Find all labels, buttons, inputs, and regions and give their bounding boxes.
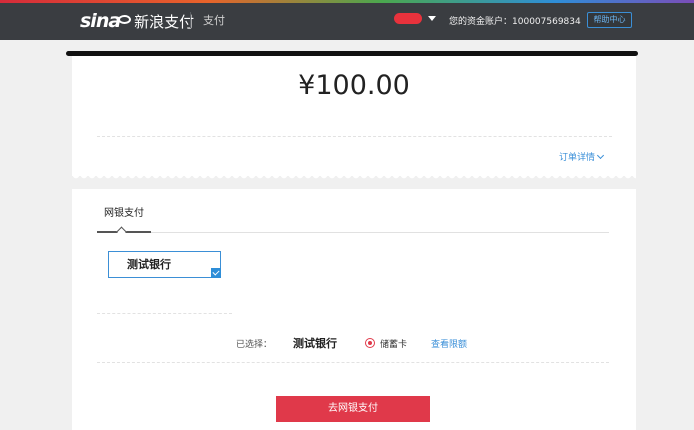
card-type-label: 储蓄卡	[380, 339, 408, 350]
receipt-zigzag-edge	[72, 175, 636, 181]
payment-card: 网银支付 测试银行 已选择： 测试银行 储蓄卡 查看限额 去网银支付	[72, 189, 636, 430]
header-section-title: 支付	[203, 14, 225, 27]
dashed-divider	[97, 362, 609, 363]
top-header: sina 新浪支付 支付 您的资金账户：100007569834 帮助中心	[0, 0, 694, 40]
selected-bank-row: 已选择： 测试银行 储蓄卡 查看限额	[236, 335, 467, 351]
caret-down-icon[interactable]	[428, 16, 436, 21]
selected-label: 已选择：	[236, 339, 273, 350]
dashed-divider-short	[97, 313, 232, 314]
logo-eye-icon	[118, 14, 132, 24]
debit-card-radio[interactable]	[365, 338, 376, 348]
header-divider	[190, 12, 191, 28]
tab-online-banking[interactable]: 网银支付	[104, 204, 144, 219]
amount-card: ¥100.00 订单详情	[72, 56, 636, 181]
order-details-label: 订单详情	[559, 153, 596, 163]
account-number: 100007569834	[512, 17, 581, 27]
dashed-divider	[97, 136, 612, 137]
selected-bank-name: 测试银行	[293, 337, 338, 350]
bank-option-test-bank[interactable]: 测试银行	[108, 251, 221, 278]
view-limit-link[interactable]: 查看限额	[431, 337, 467, 350]
payment-amount: ¥100.00	[298, 70, 410, 101]
chevron-down-icon	[596, 151, 605, 160]
tab-underline	[97, 232, 609, 233]
help-center-button[interactable]: 帮助中心	[587, 12, 632, 28]
redacted-username	[394, 13, 422, 24]
tab-notch-icon	[116, 226, 127, 237]
account-label: 您的资金账户：	[449, 17, 513, 27]
pay-online-button[interactable]: 去网银支付	[276, 396, 430, 422]
user-menu[interactable]	[394, 13, 436, 24]
order-details-link[interactable]: 订单详情	[559, 150, 605, 163]
sina-pay-logo[interactable]: sina 新浪支付	[80, 10, 194, 32]
checkmark-icon	[211, 268, 221, 278]
account-info: 您的资金账户：100007569834	[449, 14, 581, 27]
bank-option-label: 测试银行	[127, 258, 171, 271]
logo-sina-text: sina	[80, 10, 121, 32]
header-accent-stripe	[0, 0, 694, 3]
logo-brand-text: 新浪支付	[134, 12, 195, 31]
